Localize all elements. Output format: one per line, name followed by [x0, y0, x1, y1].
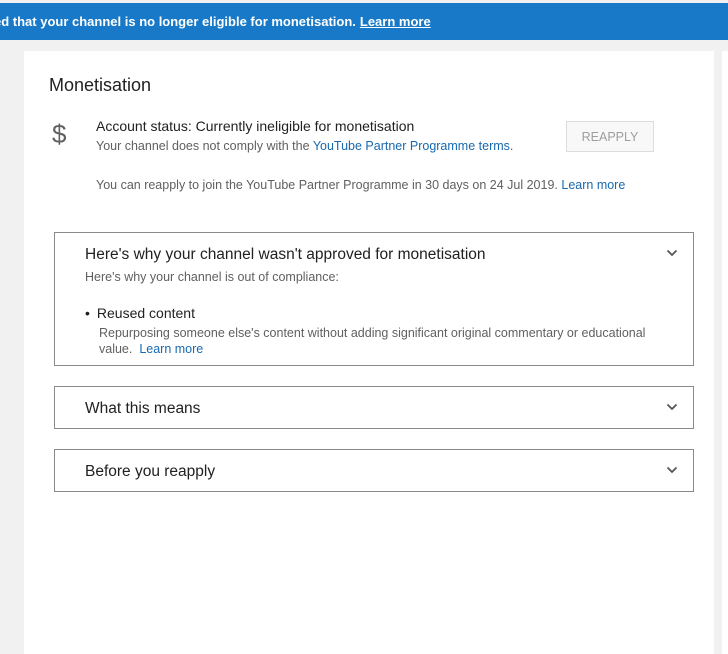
chevron-down-icon[interactable]	[666, 247, 678, 259]
monetisation-card: Monetisation $ Account status: Currently…	[24, 51, 714, 654]
page-title: Monetisation	[49, 75, 152, 95]
panel-subheading: Here's why your channel is out of compli…	[85, 270, 339, 284]
banner-learn-more-link[interactable]: Learn more	[360, 14, 431, 29]
account-status: Account status: Currently ineligible for…	[96, 118, 415, 134]
panel-heading: What this means	[85, 400, 201, 417]
panel-what-this-means[interactable]: What this means	[54, 386, 694, 429]
notification-banner: ed that your channel is no longer eligib…	[0, 3, 728, 40]
panel-heading: Before you reapply	[85, 463, 216, 480]
reason-learn-more-link[interactable]: Learn more	[139, 342, 203, 356]
reapply-info: You can reapply to join the YouTube Part…	[96, 178, 625, 192]
reason-item: • Reused content	[85, 305, 195, 321]
reapply-button[interactable]: REAPPLY	[566, 121, 654, 152]
compliance-suffix: .	[509, 139, 514, 153]
reason-description: Repurposing someone else's content witho…	[99, 325, 684, 357]
reason-title: Reused content	[96, 305, 195, 321]
partner-terms-link[interactable]: YouTube Partner Programme terms	[313, 139, 510, 153]
chevron-down-icon[interactable]	[666, 464, 678, 476]
compliance-text: Your channel does not comply with the Yo…	[96, 139, 513, 153]
adjacent-panel-edge	[722, 51, 728, 654]
banner-text: ed that your channel is no longer eligib…	[0, 14, 356, 29]
panel-heading: Here's why your channel wasn't approved …	[85, 246, 486, 263]
dollar-icon: $	[52, 119, 67, 149]
bullet: •	[85, 305, 90, 321]
compliance-prefix: Your channel does not comply with the	[96, 139, 310, 153]
chevron-down-icon[interactable]	[666, 401, 678, 413]
reapply-info-text: You can reapply to join the YouTube Part…	[96, 178, 558, 192]
panel-before-you-reapply[interactable]: Before you reapply	[54, 449, 694, 492]
panel-why-not-approved[interactable]: Here's why your channel wasn't approved …	[54, 232, 694, 366]
reapply-learn-more-link[interactable]: Learn more	[561, 178, 625, 192]
